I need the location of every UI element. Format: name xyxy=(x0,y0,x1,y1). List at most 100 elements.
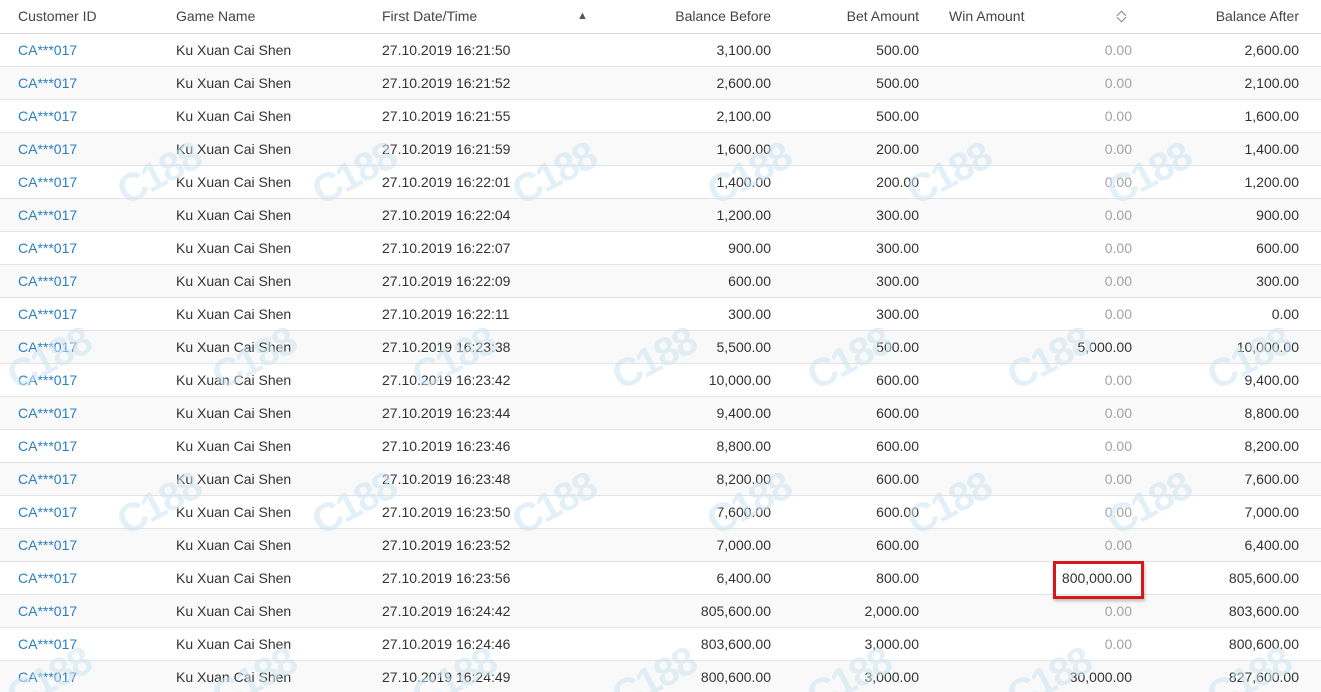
customer-id-link[interactable]: CA***017 xyxy=(18,364,77,396)
sort-ascending-icon[interactable]: ▲ xyxy=(577,0,588,32)
table-row[interactable]: CA***017 Ku Xuan Cai Shen 27.10.2019 16:23… xyxy=(0,397,1321,430)
table-row[interactable]: CA***017 Ku Xuan Cai Shen 27.10.2019 16:23… xyxy=(0,463,1321,496)
win-amount-cell: 30,000.00 xyxy=(1069,669,1132,685)
table-row[interactable]: CA***017 Ku Xuan Cai Shen 27.10.2019 16:22… xyxy=(0,232,1321,265)
bet-amount-cell: 600.00 xyxy=(876,471,919,487)
bet-amount-cell: 300.00 xyxy=(876,240,919,256)
datetime-cell: 27.10.2019 16:24:46 xyxy=(382,636,511,652)
win-amount-cell: 0.00 xyxy=(1104,636,1132,652)
table-row[interactable]: CA***017 Ku Xuan Cai Shen 27.10.2019 16:24… xyxy=(0,595,1321,628)
customer-id-link[interactable]: CA***017 xyxy=(18,232,77,264)
table-row[interactable]: CA***017 Ku Xuan Cai Shen 27.10.2019 16:21… xyxy=(0,133,1321,166)
customer-id-link[interactable]: CA***017 xyxy=(18,595,77,627)
balance-after-cell: 803,600.00 xyxy=(1228,603,1299,619)
customer-id-link[interactable]: CA***017 xyxy=(18,529,77,561)
customer-id-link[interactable]: CA***017 xyxy=(18,298,77,330)
table-row[interactable]: CA***017 Ku Xuan Cai Shen 27.10.2019 16:23… xyxy=(0,430,1321,463)
bet-amount-cell: 300.00 xyxy=(876,207,919,223)
win-amount-cell: 0.00 xyxy=(1104,42,1132,58)
customer-id-link[interactable]: CA***017 xyxy=(18,430,77,462)
table-row[interactable]: CA***017 Ku Xuan Cai Shen 27.10.2019 16:23… xyxy=(0,364,1321,397)
table-row[interactable]: CA***017 Ku Xuan Cai Shen 27.10.2019 16:22… xyxy=(0,265,1321,298)
balance-after-cell: 9,400.00 xyxy=(1244,372,1300,388)
column-header-bet-amount[interactable]: Bet Amount xyxy=(847,0,919,33)
customer-id-link[interactable]: CA***017 xyxy=(18,496,77,528)
table-row[interactable]: CA***017 Ku Xuan Cai Shen 27.10.2019 16:21… xyxy=(0,67,1321,100)
balance-before-cell: 2,600.00 xyxy=(716,75,772,91)
datetime-cell: 27.10.2019 16:22:01 xyxy=(382,174,511,190)
game-name-cell: Ku Xuan Cai Shen xyxy=(176,174,292,190)
balance-before-cell: 7,000.00 xyxy=(716,537,772,553)
datetime-cell: 27.10.2019 16:23:48 xyxy=(382,471,511,487)
table-row[interactable]: CA***017 Ku Xuan Cai Shen 27.10.2019 16:23… xyxy=(0,331,1321,364)
balance-after-cell: 10,000.00 xyxy=(1236,339,1299,355)
balance-after-cell: 8,800.00 xyxy=(1244,405,1300,421)
table-row[interactable]: CA***017 Ku Xuan Cai Shen 27.10.2019 16:21… xyxy=(0,100,1321,133)
balance-before-cell: 5,500.00 xyxy=(716,339,772,355)
customer-id-link[interactable]: CA***017 xyxy=(18,199,77,231)
customer-id-link[interactable]: CA***017 xyxy=(18,628,77,660)
customer-id-link[interactable]: CA***017 xyxy=(18,34,77,66)
win-amount-cell: 0.00 xyxy=(1104,504,1132,520)
balance-after-cell: 6,400.00 xyxy=(1244,537,1300,553)
table-row[interactable]: CA***017 Ku Xuan Cai Shen 27.10.2019 16:23… xyxy=(0,529,1321,562)
datetime-cell: 27.10.2019 16:23:56 xyxy=(382,570,511,586)
bet-amount-cell: 300.00 xyxy=(876,306,919,322)
column-header-balance-after[interactable]: Balance After xyxy=(1216,0,1299,33)
game-name-cell: Ku Xuan Cai Shen xyxy=(176,537,292,553)
win-amount-cell: 0.00 xyxy=(1104,372,1132,388)
sort-toggle-icon[interactable] xyxy=(1116,9,1128,25)
win-amount-cell: 0.00 xyxy=(1104,207,1132,223)
customer-id-link[interactable]: CA***017 xyxy=(18,133,77,165)
table-row[interactable]: CA***017 Ku Xuan Cai Shen 27.10.2019 16:23… xyxy=(0,496,1321,529)
win-amount-cell: 0.00 xyxy=(1104,306,1132,322)
game-name-cell: Ku Xuan Cai Shen xyxy=(176,42,292,58)
balance-after-cell: 7,600.00 xyxy=(1244,471,1300,487)
customer-id-link[interactable]: CA***017 xyxy=(18,661,77,692)
bet-amount-cell: 3,000.00 xyxy=(864,669,920,685)
game-name-cell: Ku Xuan Cai Shen xyxy=(176,438,292,454)
table-row[interactable]: CA***017 Ku Xuan Cai Shen 27.10.2019 16:24… xyxy=(0,628,1321,661)
customer-id-link[interactable]: CA***017 xyxy=(18,265,77,297)
datetime-cell: 27.10.2019 16:21:50 xyxy=(382,42,511,58)
customer-id-link[interactable]: CA***017 xyxy=(18,67,77,99)
balance-before-cell: 8,200.00 xyxy=(716,471,772,487)
column-header-win-amount[interactable]: Win Amount xyxy=(949,0,1024,33)
customer-id-link[interactable]: CA***017 xyxy=(18,100,77,132)
datetime-cell: 27.10.2019 16:22:11 xyxy=(382,306,510,322)
game-name-cell: Ku Xuan Cai Shen xyxy=(176,636,292,652)
column-header-game-name[interactable]: Game Name xyxy=(176,0,255,33)
bet-amount-cell: 500.00 xyxy=(876,42,919,58)
game-name-cell: Ku Xuan Cai Shen xyxy=(176,570,292,586)
game-name-cell: Ku Xuan Cai Shen xyxy=(176,339,292,355)
game-name-cell: Ku Xuan Cai Shen xyxy=(176,372,292,388)
balance-before-cell: 600.00 xyxy=(728,273,771,289)
datetime-cell: 27.10.2019 16:24:42 xyxy=(382,603,511,619)
balance-before-cell: 805,600.00 xyxy=(700,603,771,619)
table-row[interactable]: CA***017 Ku Xuan Cai Shen 27.10.2019 16:22… xyxy=(0,166,1321,199)
bet-amount-cell: 800.00 xyxy=(876,570,919,586)
table-row[interactable]: CA***017 Ku Xuan Cai Shen 27.10.2019 16:24… xyxy=(0,661,1321,692)
customer-id-link[interactable]: CA***017 xyxy=(18,331,77,363)
customer-id-link[interactable]: CA***017 xyxy=(18,562,77,594)
win-amount-cell: 800,000.00 xyxy=(1061,570,1132,586)
customer-id-link[interactable]: CA***017 xyxy=(18,166,77,198)
datetime-cell: 27.10.2019 16:23:52 xyxy=(382,537,511,553)
table-row[interactable]: CA***017 Ku Xuan Cai Shen 27.10.2019 16:22… xyxy=(0,199,1321,232)
column-header-balance-before[interactable]: Balance Before xyxy=(675,0,771,33)
customer-id-link[interactable]: CA***017 xyxy=(18,463,77,495)
table-row[interactable]: CA***017 Ku Xuan Cai Shen 27.10.2019 16:23… xyxy=(0,562,1321,595)
win-amount-cell: 0.00 xyxy=(1104,174,1132,190)
game-name-cell: Ku Xuan Cai Shen xyxy=(176,207,292,223)
bet-amount-cell: 300.00 xyxy=(876,273,919,289)
datetime-cell: 27.10.2019 16:21:55 xyxy=(382,108,511,124)
balance-before-cell: 10,000.00 xyxy=(708,372,771,388)
column-header-first-datetime[interactable]: First Date/Time xyxy=(382,0,477,33)
table-row[interactable]: CA***017 Ku Xuan Cai Shen 27.10.2019 16:21… xyxy=(0,34,1321,67)
customer-id-link[interactable]: CA***017 xyxy=(18,397,77,429)
balance-before-cell: 800,600.00 xyxy=(700,669,771,685)
column-header-customer-id[interactable]: Customer ID xyxy=(18,0,97,33)
datetime-cell: 27.10.2019 16:24:49 xyxy=(382,669,511,685)
win-amount-cell: 5,000.00 xyxy=(1077,339,1133,355)
table-row[interactable]: CA***017 Ku Xuan Cai Shen 27.10.2019 16:22… xyxy=(0,298,1321,331)
